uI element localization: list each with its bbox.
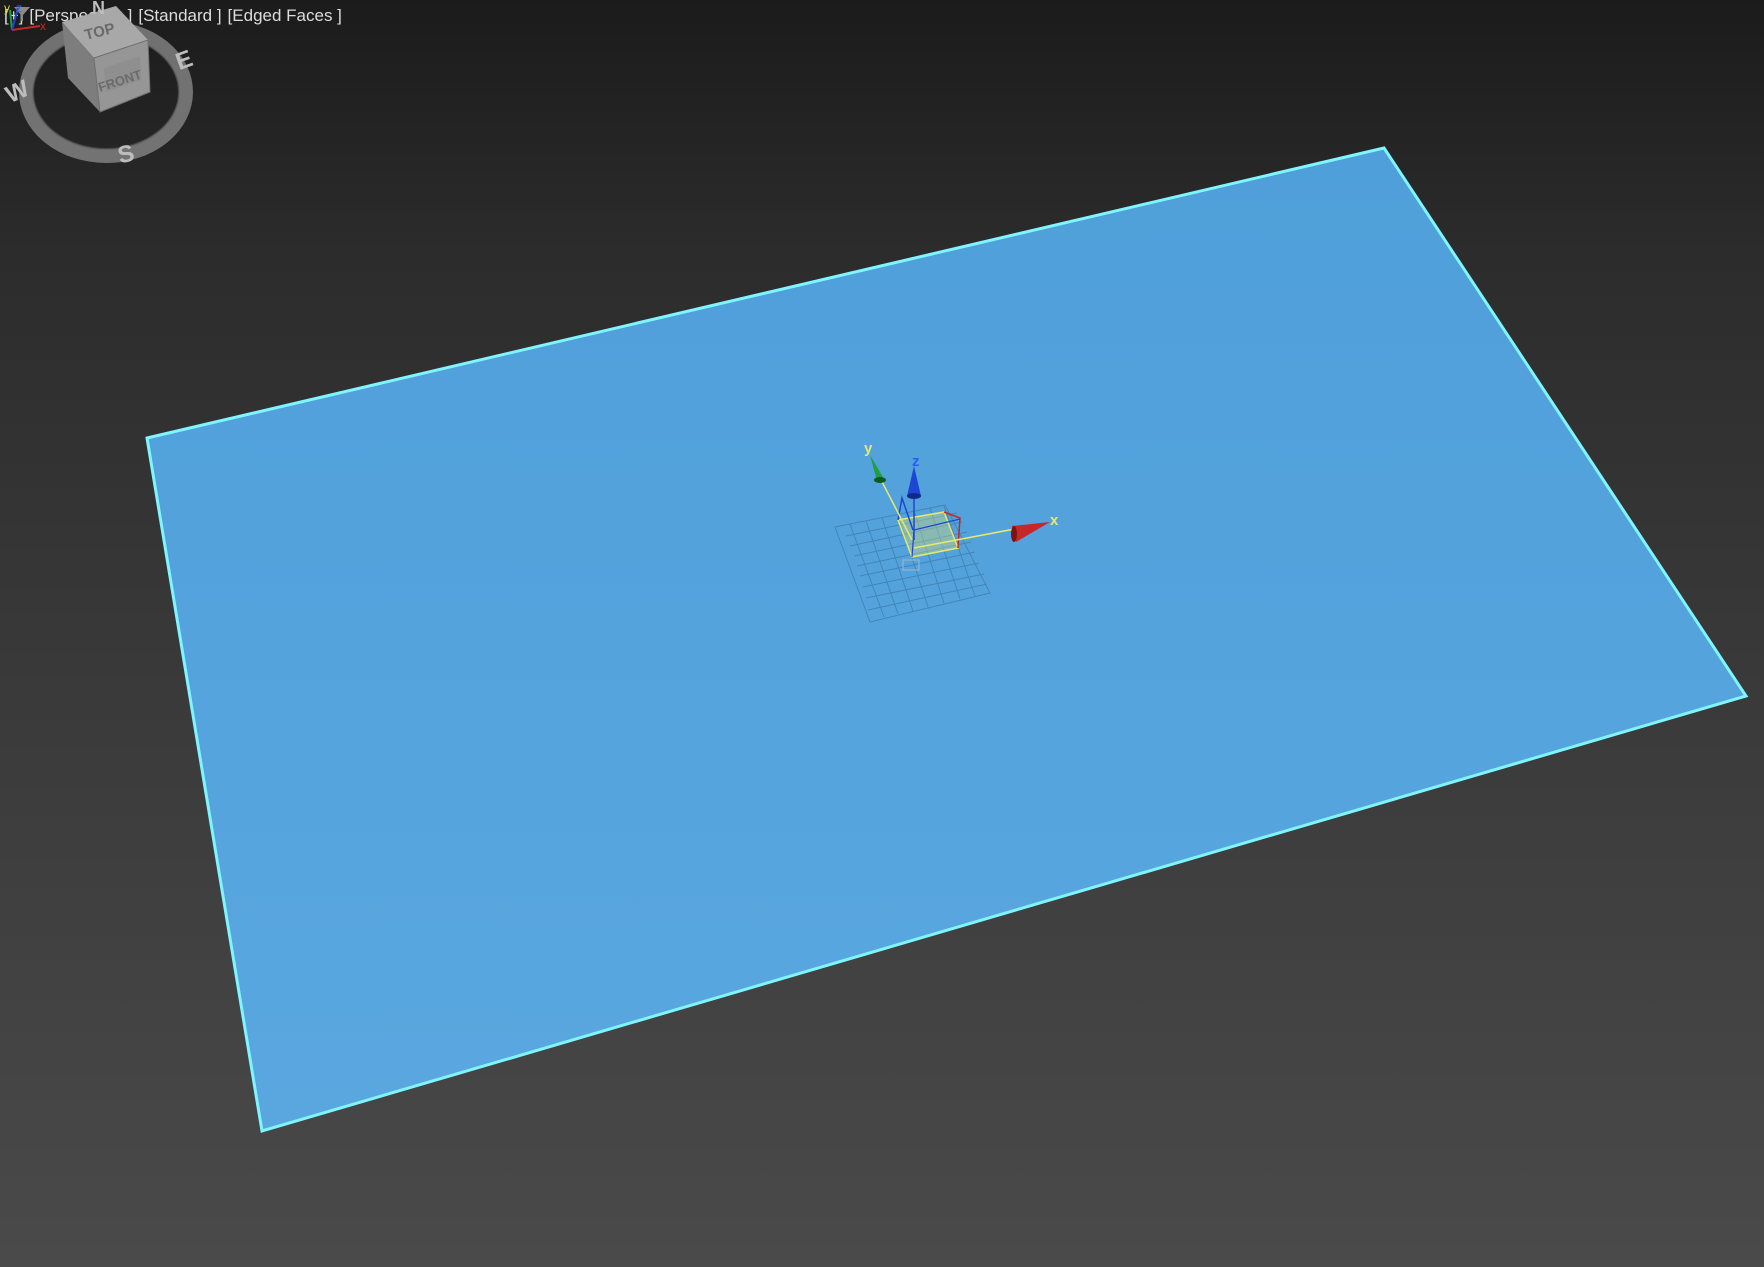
viewport-display-menu[interactable]: [Edged Faces ] [228, 6, 342, 26]
tripod-y-label: y [4, 1, 10, 15]
gizmo-x-label: x [1050, 512, 1059, 529]
scene-canvas[interactable]: y z x [0, 0, 1764, 1267]
gizmo-z-label: z [912, 453, 920, 470]
perspective-viewport[interactable]: y z x [+] [Perspective ] [Standard ] [Ed… [0, 0, 1764, 1267]
tripod-z-label: z [16, 1, 22, 15]
tripod-x-label: x [40, 19, 46, 33]
world-axis-tripod: y z x [4, 1, 46, 33]
compass-north-label[interactable]: N [92, 0, 105, 18]
plane-object[interactable] [145, 146, 1749, 1133]
gizmo-y-label: y [864, 440, 873, 457]
